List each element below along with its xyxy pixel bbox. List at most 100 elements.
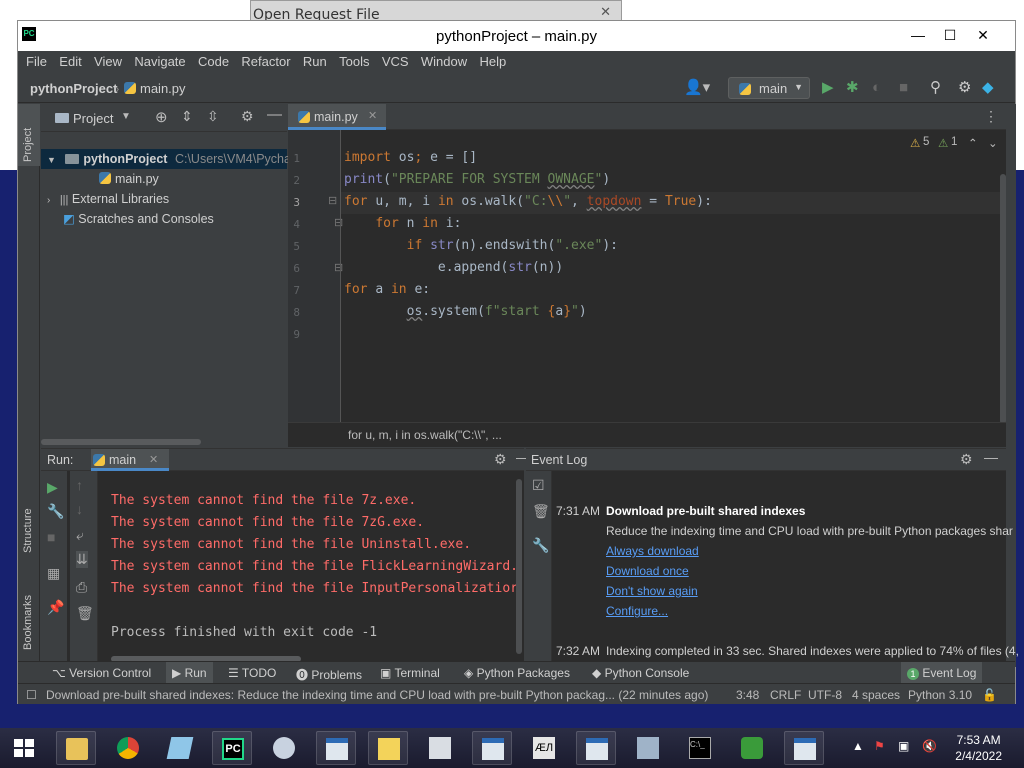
menu-edit[interactable]: Edit — [59, 51, 81, 73]
tool-run[interactable]: ▶ Run — [166, 662, 213, 684]
trash-icon[interactable]: 🗑 — [76, 605, 94, 622]
warning-icon[interactable]: ⚠ — [910, 136, 920, 150]
weak-warning-icon[interactable]: ⚠ — [938, 136, 948, 150]
code-breadcrumb-item[interactable]: for u, m, i in os.walk("C:\\", ... — [348, 428, 502, 442]
python-interpreter[interactable]: Python 3.10 — [908, 688, 972, 702]
stop-icon[interactable]: ■ — [47, 529, 55, 545]
weak-warning-count[interactable]: 1 — [951, 136, 957, 148]
menu-file[interactable]: File — [26, 51, 47, 73]
project-stripe-label[interactable]: Project — [22, 128, 34, 162]
console-vertical-scrollbar[interactable] — [516, 479, 522, 654]
hide-icon[interactable]: — — [984, 449, 998, 465]
debug-icon[interactable]: ✱ — [846, 79, 859, 97]
tab-main-py[interactable]: main.py ✕ — [288, 104, 386, 130]
taskbar-charmap[interactable]: ӔЛ — [524, 731, 564, 765]
taskbar-tools[interactable] — [368, 731, 408, 765]
layout-icon[interactable]: ▦ — [47, 565, 60, 582]
tool-event-log[interactable]: 1 Event Log — [901, 662, 983, 684]
collapse-all-icon[interactable]: ⇳ — [207, 108, 219, 125]
trash-icon[interactable]: 🗑 — [532, 503, 550, 520]
background-dialog[interactable]: Open Request File ✕ — [250, 0, 622, 23]
wrench-icon[interactable]: 🔧 — [532, 537, 549, 554]
taskbar-cmd[interactable]: C:\_ — [680, 731, 720, 765]
taskbar-window-2[interactable] — [472, 731, 512, 765]
tree-item-scratches[interactable]: ◩ Scratches and Consoles — [63, 209, 214, 229]
fold-icon[interactable]: ⊟ — [328, 194, 337, 207]
tree-item-project-root[interactable]: ▼ pythonProject C:\Users\VM4\Pycharm — [41, 149, 306, 169]
run-icon[interactable]: ▶ — [822, 79, 834, 97]
code-line-3[interactable]: for u, m, i in os.walk("C:\\", topdown =… — [344, 194, 712, 209]
taskbar-pycharm[interactable]: PC — [212, 731, 252, 765]
status-toggle-icon[interactable]: ☐ — [26, 688, 37, 702]
tray-expand-icon[interactable]: ▲ — [852, 739, 864, 753]
jetbrains-icon[interactable]: ◆ — [982, 79, 994, 97]
chevron-down-icon[interactable]: ▼ — [47, 155, 56, 165]
rerun-icon[interactable]: ▶ — [47, 479, 58, 496]
tree-item-external-libraries[interactable]: › ||| External Libraries — [47, 189, 169, 209]
file-encoding[interactable]: UTF-8 — [808, 688, 842, 702]
taskbar-file-explorer[interactable] — [56, 731, 96, 765]
mark-read-icon[interactable]: ☑ — [532, 477, 545, 494]
previous-highlight-icon[interactable]: ⌃ — [968, 136, 978, 150]
taskbar-app-blue[interactable] — [160, 731, 200, 765]
coverage-icon[interactable]: ◐ — [872, 79, 881, 97]
tree-item-main-py[interactable]: main.py — [99, 169, 159, 189]
start-button[interactable] — [4, 731, 44, 765]
download-once-link[interactable]: Download once — [606, 564, 689, 578]
gear-icon[interactable]: ⚙ — [958, 79, 971, 97]
code-line-8[interactable]: os.system(f"start {a}") — [344, 304, 587, 319]
print-icon[interactable]: ⎙ — [76, 579, 87, 596]
more-icon[interactable]: ⋮ — [984, 108, 998, 125]
soft-wrap-icon[interactable]: ⤶ — [76, 527, 84, 544]
gear-icon[interactable]: ⚙ — [960, 451, 973, 468]
taskbar-window-1[interactable] — [316, 731, 356, 765]
always-download-link[interactable]: Always download — [606, 544, 699, 558]
up-arrow-icon[interactable]: ↑ — [76, 477, 83, 493]
warning-count[interactable]: 5 — [923, 136, 929, 148]
next-highlight-icon[interactable]: ⌄ — [988, 136, 998, 150]
code-line-6[interactable]: e.append(str(n)) — [344, 260, 563, 275]
maximize-button[interactable]: ☐ — [935, 25, 965, 45]
close-button[interactable]: ✕ — [968, 25, 998, 45]
taskbar-media[interactable] — [264, 731, 304, 765]
tool-python-packages[interactable]: ◈ Python Packages — [464, 666, 570, 680]
tool-python-console[interactable]: ◆ Python Console — [592, 666, 689, 680]
fold-icon[interactable]: ⊟ — [334, 261, 343, 274]
menu-help[interactable]: Help — [479, 51, 506, 73]
menu-navigate[interactable]: Navigate — [134, 51, 185, 73]
expand-all-icon[interactable]: ⇕ — [181, 108, 193, 125]
chevron-right-icon[interactable]: › — [47, 195, 50, 206]
run-configuration-select[interactable]: main ▼ — [728, 77, 810, 99]
status-message[interactable]: Download pre-built shared indexes: Reduc… — [46, 688, 726, 702]
code-line-2[interactable]: print("PREPARE FOR SYSTEM OWNAGE") — [344, 172, 610, 187]
tool-terminal[interactable]: ▣ Terminal — [380, 666, 440, 680]
lock-icon[interactable]: 🔓 — [982, 688, 997, 702]
gear-icon[interactable]: ⚙ — [494, 451, 507, 468]
menu-refactor[interactable]: Refactor — [241, 51, 290, 73]
taskbar-app-green[interactable] — [732, 731, 772, 765]
taskbar-calculator[interactable] — [420, 731, 460, 765]
tool-todo[interactable]: ☰ TODO — [228, 666, 276, 680]
action-center-icon[interactable]: ⚑ — [874, 739, 885, 753]
wrench-icon[interactable]: 🔧 — [47, 503, 64, 520]
stop-icon[interactable]: ■ — [899, 79, 908, 97]
user-icon[interactable]: 👤▾ — [684, 79, 710, 97]
menu-run[interactable]: Run — [303, 51, 327, 73]
menu-tools[interactable]: Tools — [339, 51, 369, 73]
tool-version-control[interactable]: ⌥ Version Control — [52, 666, 151, 680]
volume-muted-icon[interactable]: 🔇 — [922, 739, 937, 753]
fold-icon[interactable]: ⊟ — [334, 216, 343, 229]
project-view-select[interactable]: Project — [73, 111, 113, 126]
line-separator[interactable]: CRLF — [770, 688, 801, 702]
minimize-button[interactable]: — — [903, 25, 933, 45]
tool-problems[interactable]: ⓿ Problems — [296, 666, 362, 683]
scroll-to-end-icon[interactable]: ⇊ — [76, 551, 88, 568]
close-tab-icon[interactable]: ✕ — [149, 453, 158, 466]
breadcrumb-file[interactable]: main.py — [124, 81, 186, 96]
search-icon[interactable]: ⚲ — [930, 79, 941, 97]
taskbar-clock[interactable]: 7:53 AM 2/4/2022 — [955, 732, 1002, 764]
chevron-down-icon[interactable]: ▼ — [121, 111, 131, 122]
code-line-4[interactable]: for n in i: — [344, 216, 461, 231]
code-line-5[interactable]: if str(n).endswith(".exe"): — [344, 238, 618, 253]
background-dialog-close-icon[interactable]: ✕ — [600, 4, 611, 20]
